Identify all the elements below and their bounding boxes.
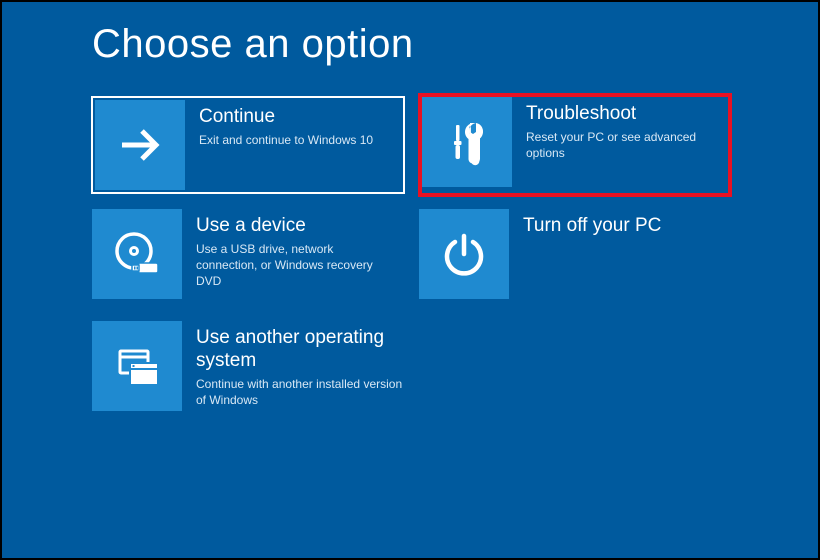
power-icon: [419, 209, 509, 299]
tile-grid: Continue Exit and continue to Windows 10: [92, 97, 728, 417]
use-another-os-desc: Continue with another installed version …: [196, 376, 408, 408]
continue-title: Continue: [199, 106, 397, 129]
page-title: Choose an option: [92, 22, 728, 67]
tile-text: Troubleshoot Reset your PC or see advanc…: [512, 97, 728, 161]
troubleshoot-title: Troubleshoot: [526, 103, 724, 126]
continue-tile[interactable]: Continue Exit and continue to Windows 10: [92, 97, 404, 193]
windows-stack-icon: [92, 321, 182, 411]
turn-off-title: Turn off your PC: [523, 215, 724, 238]
arrow-right-icon: [95, 100, 185, 190]
tile-row: Use a device Use a USB drive, network co…: [92, 209, 728, 305]
tile-text: Continue Exit and continue to Windows 10: [185, 100, 401, 148]
tile-row: Use another operating system Continue wi…: [92, 321, 728, 417]
tools-icon: [422, 97, 512, 187]
use-device-tile[interactable]: Use a device Use a USB drive, network co…: [92, 209, 401, 305]
turn-off-tile[interactable]: Turn off your PC: [419, 209, 728, 305]
tile-text: Use another operating system Continue wi…: [182, 321, 412, 408]
use-another-os-tile[interactable]: Use another operating system Continue wi…: [92, 321, 412, 417]
disc-usb-icon: [92, 209, 182, 299]
continue-desc: Exit and continue to Windows 10: [199, 132, 397, 148]
troubleshoot-tile[interactable]: Troubleshoot Reset your PC or see advanc…: [422, 97, 728, 193]
troubleshoot-desc: Reset your PC or see advanced options: [526, 129, 724, 161]
tile-text: Turn off your PC: [509, 209, 728, 241]
recovery-options-screen: Choose an option Continue Exit and conti…: [2, 2, 818, 417]
tile-row: Continue Exit and continue to Windows 10: [92, 97, 728, 193]
use-device-title: Use a device: [196, 215, 397, 238]
tile-text: Use a device Use a USB drive, network co…: [182, 209, 401, 289]
use-another-os-title: Use another operating system: [196, 327, 408, 373]
use-device-desc: Use a USB drive, network connection, or …: [196, 241, 397, 290]
